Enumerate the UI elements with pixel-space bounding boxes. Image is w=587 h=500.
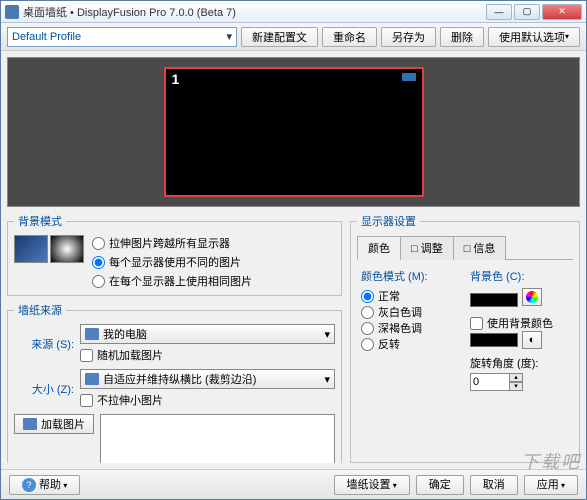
apply-button[interactable]: 应用 [524, 475, 578, 495]
fit-icon [85, 373, 99, 385]
bgmode-opt-span[interactable]: 拉伸图片跨越所有显示器 [92, 235, 252, 251]
mode-normal[interactable]: 正常 [361, 288, 460, 304]
mode-invert[interactable]: 反转 [361, 336, 460, 352]
tab-adjust[interactable]: □ 调整 [400, 236, 454, 260]
source-dropdown[interactable]: 我的电脑 [80, 324, 335, 344]
spin-up[interactable]: ▴ [509, 373, 523, 382]
display-legend: 显示器设置 [357, 213, 420, 229]
color-mode-label: 颜色模式 (M): [361, 268, 460, 284]
size-dropdown[interactable]: 自适应并维持纵横比 (裁剪边沿) [80, 369, 335, 389]
thumb-earth-icon [14, 235, 48, 263]
rotation-label: 旋转角度 (度): [470, 355, 569, 371]
footer-bar: ?帮助 墙纸设置 确定 取消 应用 [1, 469, 586, 499]
radio-different[interactable] [92, 256, 105, 269]
app-icon [5, 5, 19, 19]
random-checkbox-row[interactable]: 随机加载图片 [80, 347, 335, 363]
usebg-checkbox[interactable] [470, 317, 483, 330]
rotation-spinner[interactable]: ▴▾ [470, 373, 569, 391]
wallpaper-settings-button[interactable]: 墙纸设置 [334, 475, 410, 495]
titlebar[interactable]: 桌面墙纸 • DisplayFusion Pro 7.0.0 (Beta 7) … [1, 1, 586, 23]
tab-info[interactable]: □ 信息 [453, 236, 507, 260]
usebg-checkbox-row[interactable]: 使用背景颜色 [470, 315, 569, 331]
bgcolor-label: 背景色 (C): [470, 268, 569, 284]
bgmode-opt-same[interactable]: 在每个显示器上使用相同图片 [92, 273, 252, 289]
monitor-1[interactable]: 1 [164, 67, 424, 197]
mode-thumbnails [14, 235, 84, 263]
mode-gray[interactable]: 灰白色调 [361, 304, 460, 320]
monitor-badge-icon [402, 73, 416, 81]
radio-same[interactable] [92, 275, 105, 288]
save-as-button[interactable]: 另存为 [381, 27, 436, 47]
nostretch-checkbox[interactable] [80, 394, 93, 407]
bgmode-fieldset: 背景模式 拉伸图片跨越所有显示器 每个显示器使用不同的图片 在每个显示器上使用相… [7, 213, 342, 296]
profile-dropdown[interactable]: Default Profile [7, 27, 237, 47]
size-label: 大小 (Z): [14, 381, 74, 397]
color-picker-button[interactable] [522, 288, 542, 306]
nostretch-checkbox-row[interactable]: 不拉伸小图片 [80, 392, 335, 408]
rotation-input[interactable] [470, 373, 510, 391]
profile-value: Default Profile [12, 31, 81, 43]
new-profile-button[interactable]: 新建配置文 [241, 27, 318, 47]
load-image-button[interactable]: 加载图片 [14, 414, 94, 434]
close-button[interactable]: ✕ [542, 4, 582, 20]
radio-span-all[interactable] [92, 237, 105, 250]
bgmode-opt-different[interactable]: 每个显示器使用不同的图片 [92, 254, 252, 270]
window-title: 桌面墙纸 • DisplayFusion Pro 7.0.0 (Beta 7) [23, 4, 486, 20]
main-window: 桌面墙纸 • DisplayFusion Pro 7.0.0 (Beta 7) … [0, 0, 587, 500]
bgmode-legend: 背景模式 [14, 213, 66, 229]
computer-icon [85, 328, 99, 340]
color-wheel-icon [526, 291, 538, 303]
monitor-preview[interactable]: 1 [7, 57, 580, 207]
display-fieldset: 显示器设置 颜色 □ 调整 □ 信息 颜色模式 (M): 正常 灰白色调 深褐 [350, 213, 580, 463]
minimize-button[interactable]: — [486, 4, 512, 20]
cancel-button[interactable]: 取消 [470, 475, 518, 495]
profile-toolbar: Default Profile 新建配置文 重命名 另存为 删除 使用默认选项 [1, 23, 586, 51]
bgcolor-swatch [470, 293, 518, 307]
maximize-button[interactable]: ▢ [514, 4, 540, 20]
random-checkbox[interactable] [80, 349, 93, 362]
color-picker-button-2[interactable]: ◐ [522, 331, 542, 349]
content-area: 1 背景模式 拉伸图片跨越所有显示器 每个显示器使用不同的图片 [1, 51, 586, 469]
tab-color[interactable]: 颜色 [357, 236, 401, 260]
spin-down[interactable]: ▾ [509, 382, 523, 391]
source-label: 来源 (S): [14, 336, 74, 352]
rename-button[interactable]: 重命名 [322, 27, 377, 47]
use-defaults-button[interactable]: 使用默认选项 [488, 27, 580, 47]
image-list[interactable] [100, 414, 335, 463]
display-tabs: 颜色 □ 调整 □ 信息 [357, 235, 573, 260]
source-legend: 墙纸来源 [14, 302, 66, 318]
help-button[interactable]: ?帮助 [9, 475, 80, 495]
bgcolor-swatch-2 [470, 333, 518, 347]
mode-sepia[interactable]: 深褐色调 [361, 320, 460, 336]
ok-button[interactable]: 确定 [416, 475, 464, 495]
image-icon [23, 418, 37, 430]
source-fieldset: 墙纸来源 来源 (S): 我的电脑 随机加载图片 大小 (Z): 自适应并维持纵… [7, 302, 342, 463]
monitor-number: 1 [172, 71, 180, 87]
delete-button[interactable]: 删除 [440, 27, 484, 47]
help-icon: ? [22, 478, 36, 492]
thumb-galaxy-icon [50, 235, 84, 263]
